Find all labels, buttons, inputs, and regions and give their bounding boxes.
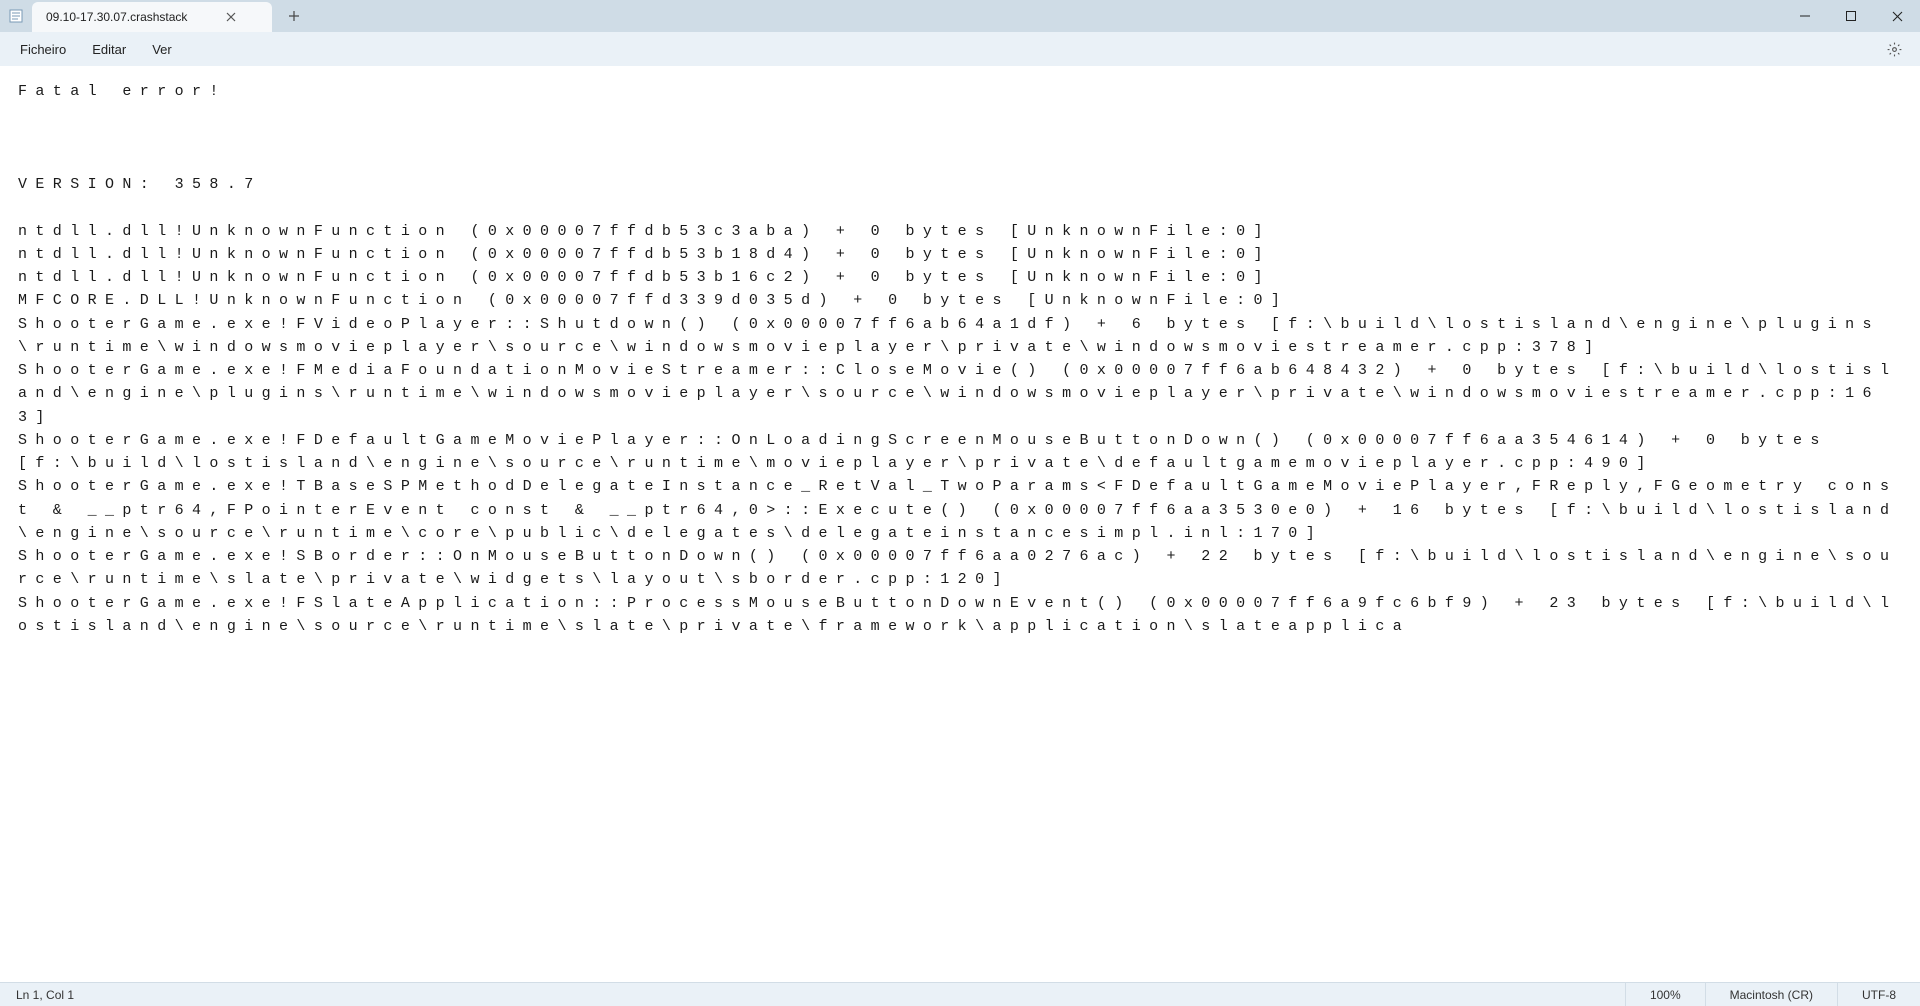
statusbar: Ln 1, Col 1 100% Macintosh (CR) UTF-8: [0, 982, 1920, 1006]
menu-file[interactable]: Ficheiro: [8, 36, 78, 63]
maximize-button[interactable]: [1828, 0, 1874, 32]
tab-active[interactable]: 09.10-17.30.07.crashstack: [32, 2, 272, 32]
menu-edit[interactable]: Editar: [80, 36, 138, 63]
titlebar-spacer: [310, 0, 1782, 32]
close-tab-button[interactable]: [223, 9, 239, 25]
menu-view[interactable]: Ver: [140, 36, 184, 63]
status-line-ending[interactable]: Macintosh (CR): [1705, 983, 1837, 1006]
tab-title: 09.10-17.30.07.crashstack: [46, 10, 187, 24]
close-window-button[interactable]: [1874, 0, 1920, 32]
window-controls: [1782, 0, 1920, 32]
settings-button[interactable]: [1880, 35, 1908, 63]
app-icon: [0, 0, 32, 32]
status-encoding[interactable]: UTF-8: [1837, 983, 1920, 1006]
titlebar: 09.10-17.30.07.crashstack: [0, 0, 1920, 32]
status-zoom[interactable]: 100%: [1625, 983, 1705, 1006]
minimize-button[interactable]: [1782, 0, 1828, 32]
status-position[interactable]: Ln 1, Col 1: [0, 988, 90, 1002]
editor-content[interactable]: Fatal error! VERSION: 358.7 ntdll.dll!Un…: [0, 66, 1920, 982]
menubar: Ficheiro Editar Ver: [0, 32, 1920, 66]
new-tab-button[interactable]: [278, 0, 310, 32]
